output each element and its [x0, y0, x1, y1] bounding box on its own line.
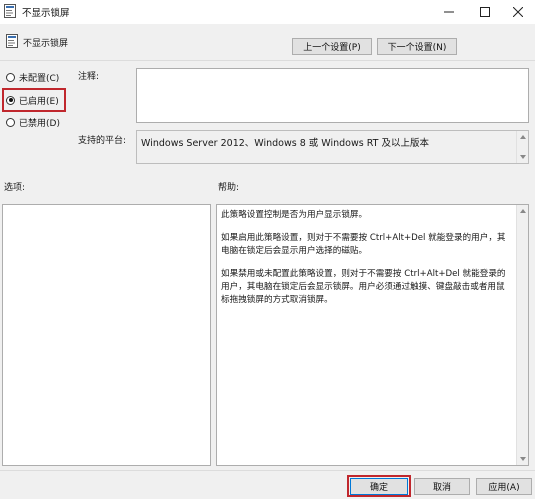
radio-circle[interactable] [6, 72, 15, 82]
help-scrollbar[interactable] [516, 205, 528, 465]
radio-not-configured[interactable]: 未配置(C) [6, 70, 59, 84]
close-button[interactable] [501, 0, 535, 24]
radio-label: 未配置(C) [19, 73, 60, 84]
help-paragraph: 此策略设置控制是否为用户显示锁屏。 [221, 210, 368, 220]
minimize-button[interactable] [432, 0, 466, 24]
cancel-button[interactable]: 取消 [414, 478, 470, 495]
policy-icon [4, 4, 16, 18]
maximize-icon [480, 7, 490, 17]
help-label: 帮助: [218, 183, 240, 193]
ok-highlight [347, 475, 411, 497]
platform-label: 支持的平台: [78, 136, 127, 146]
help-paragraph: 如果禁用或未配置此策略设置，则对于不需要按 Ctrl+Alt+Del 就能登录的… [221, 269, 506, 305]
platform-scrollbar[interactable] [516, 131, 528, 163]
scroll-down-icon[interactable] [520, 155, 526, 159]
policy-name: 不显示锁屏 [23, 39, 69, 49]
enabled-highlight [2, 88, 66, 112]
maximize-button[interactable] [468, 0, 502, 24]
minimize-icon [444, 11, 454, 13]
platform-value: Windows Server 2012、Windows 8 或 Windows … [141, 138, 429, 149]
scroll-down-icon[interactable] [520, 457, 526, 461]
policy-dialog: 不显示锁屏 不显示锁屏 上一个设置(P) 下一个设置(N) 未配置(C) 已启用… [0, 0, 535, 499]
footer-divider [0, 470, 535, 471]
policy-icon [6, 34, 18, 48]
title-bar[interactable]: 不显示锁屏 [0, 0, 535, 24]
platform-box: Windows Server 2012、Windows 8 或 Windows … [136, 130, 529, 164]
help-pane[interactable]: 此策略设置控制是否为用户显示锁屏。 如果启用此策略设置，则对于不需要按 Ctrl… [216, 204, 529, 466]
next-setting-button[interactable]: 下一个设置(N) [377, 38, 457, 55]
close-icon [513, 7, 523, 17]
comment-label: 注释: [78, 72, 100, 82]
apply-button[interactable]: 应用(A) [476, 478, 532, 495]
window-title: 不显示锁屏 [22, 8, 70, 19]
radio-disabled[interactable]: 已禁用(D) [6, 115, 60, 129]
header-divider [0, 60, 535, 61]
radio-label: 已禁用(D) [19, 118, 60, 129]
prev-setting-button[interactable]: 上一个设置(P) [292, 38, 372, 55]
help-paragraph: 如果启用此策略设置，则对于不需要按 Ctrl+Alt+Del 就能登录的用户，其… [221, 233, 506, 256]
options-pane[interactable] [2, 204, 211, 466]
scroll-up-icon[interactable] [520, 209, 526, 213]
scroll-up-icon[interactable] [520, 135, 526, 139]
radio-circle[interactable] [6, 117, 15, 127]
comment-field[interactable] [136, 68, 529, 123]
options-label: 选项: [4, 183, 26, 193]
